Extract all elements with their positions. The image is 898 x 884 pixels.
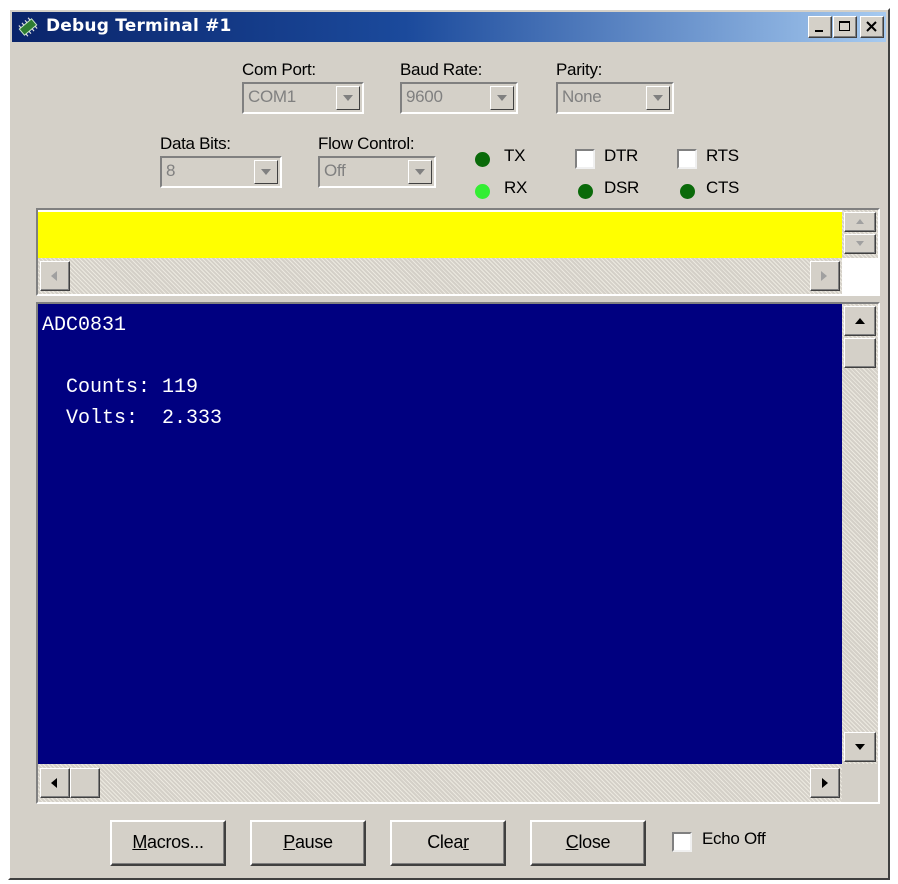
dsr-led-indicator	[578, 184, 593, 199]
transmit-horizontal-scrollbar[interactable]	[38, 258, 842, 294]
chevron-down-icon	[497, 95, 507, 101]
receive-scroll-thumb[interactable]	[844, 338, 876, 368]
tx-led-indicator	[475, 152, 490, 167]
macros-button[interactable]: Macros...	[110, 820, 226, 866]
debug-terminal-window: Debug Terminal #1 Com Port: COM1 Baud Ra…	[8, 8, 890, 880]
macros-label-post: acros...	[147, 832, 204, 852]
com-port-value: COM1	[248, 87, 296, 106]
receive-scroll-right-button[interactable]	[810, 768, 840, 798]
com-port-select[interactable]: COM1	[242, 82, 364, 114]
macros-accelerator: M	[132, 832, 148, 852]
cts-led-indicator	[680, 184, 695, 199]
close-accelerator: C	[565, 832, 579, 852]
receive-output-area[interactable]: ADC0831 Counts: 119 Volts: 2.333	[38, 304, 842, 764]
dropdown-arrow-button[interactable]	[490, 86, 514, 110]
chevron-down-icon	[343, 95, 353, 101]
dropdown-arrow-button[interactable]	[646, 86, 670, 110]
transmit-input-area[interactable]	[38, 212, 842, 258]
chevron-down-icon	[653, 95, 663, 101]
dsr-label: DSR	[604, 178, 639, 197]
receive-vertical-scrollbar[interactable]	[842, 304, 878, 764]
baud-rate-label: Baud Rate:	[400, 60, 483, 79]
transmit-scroll-down-button[interactable]	[844, 234, 876, 254]
clear-button[interactable]: Clear	[390, 820, 506, 866]
data-bits-select[interactable]: 8	[160, 156, 282, 188]
echo-off-checkbox[interactable]	[672, 832, 692, 852]
window-title: Debug Terminal #1	[46, 16, 232, 36]
receive-scroll-left-button[interactable]	[40, 768, 70, 798]
flow-control-select[interactable]: Off	[318, 156, 436, 188]
transmit-scroll-up-button[interactable]	[844, 212, 876, 232]
receive-scroll-down-button[interactable]	[844, 732, 876, 762]
cts-label: CTS	[706, 178, 740, 197]
pause-label-post: ause	[294, 832, 333, 852]
title-bar[interactable]: Debug Terminal #1	[12, 12, 886, 42]
terminal-output-text: ADC0831 Counts: 119 Volts: 2.333	[42, 310, 222, 434]
baud-rate-select[interactable]: 9600	[400, 82, 518, 114]
transmit-pane[interactable]	[36, 208, 880, 296]
chevron-down-icon	[415, 169, 425, 175]
transmit-vertical-scrollbar[interactable]	[842, 210, 878, 258]
receive-hscroll-thumb[interactable]	[70, 768, 100, 798]
dropdown-arrow-button[interactable]	[336, 86, 360, 110]
arrow-up-icon	[855, 318, 865, 324]
pause-accelerator: P	[283, 832, 295, 852]
terminal-line: ADC0831	[42, 314, 127, 337]
terminal-line: Counts: 119	[42, 376, 199, 399]
clear-label-pre: Clea	[427, 832, 464, 852]
receive-scroll-up-button[interactable]	[844, 306, 876, 336]
tx-label: TX	[504, 146, 526, 165]
rts-label: RTS	[706, 146, 739, 165]
baud-rate-value: 9600	[406, 87, 443, 106]
arrow-down-icon	[856, 241, 864, 246]
arrow-left-icon	[51, 271, 57, 281]
close-icon	[866, 21, 877, 32]
data-bits-value: 8	[166, 161, 176, 180]
echo-off-label: Echo Off	[702, 829, 766, 848]
close-button[interactable]: Close	[530, 820, 646, 866]
dropdown-arrow-button[interactable]	[254, 160, 278, 184]
maximize-button[interactable]	[833, 16, 857, 38]
arrow-up-icon	[856, 219, 864, 224]
dtr-label: DTR	[604, 146, 639, 165]
chevron-down-icon	[261, 169, 271, 175]
pause-button[interactable]: Pause	[250, 820, 366, 866]
rts-checkbox[interactable]	[677, 149, 697, 169]
app-chip-icon	[18, 17, 38, 37]
minimize-button[interactable]	[808, 16, 832, 38]
flow-control-label: Flow Control:	[318, 134, 415, 153]
arrow-down-icon	[855, 744, 865, 750]
arrow-right-icon	[822, 778, 828, 788]
parity-label: Parity:	[556, 60, 603, 79]
close-window-button[interactable]	[860, 16, 884, 38]
scrollbar-corner	[842, 764, 878, 802]
flow-control-value: Off	[324, 161, 346, 180]
transmit-scroll-left-button[interactable]	[40, 261, 70, 291]
terminal-line: Volts: 2.333	[42, 407, 223, 430]
clear-accelerator: r	[463, 832, 469, 852]
close-label-post: lose	[578, 832, 611, 852]
arrow-left-icon	[51, 778, 57, 788]
transmit-scroll-right-button[interactable]	[810, 261, 840, 291]
dropdown-arrow-button[interactable]	[408, 160, 432, 184]
dtr-checkbox[interactable]	[575, 149, 595, 169]
parity-select[interactable]: None	[556, 82, 674, 114]
maximize-icon	[839, 21, 850, 31]
rx-label: RX	[504, 178, 528, 197]
receive-horizontal-scrollbar[interactable]	[38, 764, 842, 802]
data-bits-label: Data Bits:	[160, 134, 231, 153]
rx-led-indicator	[475, 184, 490, 199]
arrow-right-icon	[821, 271, 827, 281]
receive-pane: ADC0831 Counts: 119 Volts: 2.333	[36, 302, 880, 804]
minimize-icon	[815, 30, 823, 32]
parity-value: None	[562, 87, 602, 106]
com-port-label: Com Port:	[242, 60, 316, 79]
